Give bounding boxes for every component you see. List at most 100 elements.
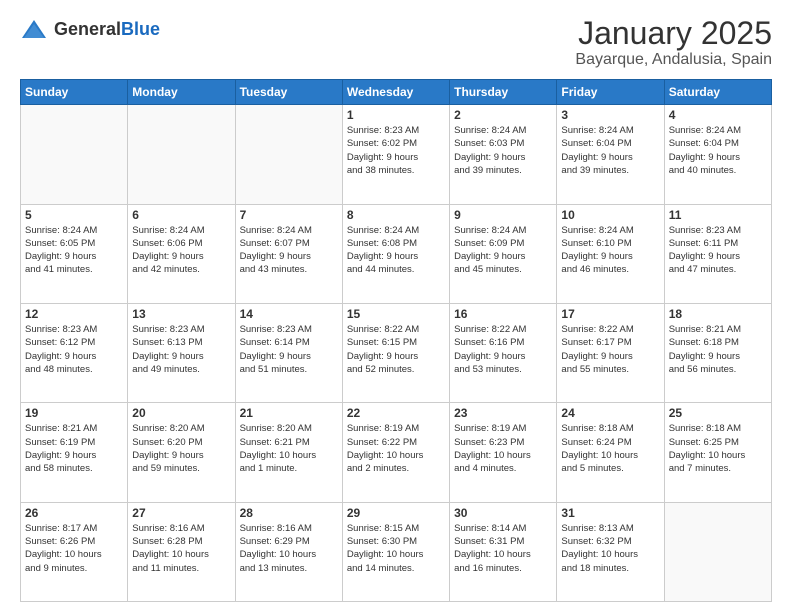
weekday-header: Thursday	[450, 80, 557, 105]
day-info: Sunrise: 8:23 AM Sunset: 6:11 PM Dayligh…	[669, 224, 767, 277]
day-number: 24	[561, 406, 659, 420]
calendar-cell	[235, 105, 342, 204]
day-number: 13	[132, 307, 230, 321]
calendar-cell: 28 Sunrise: 8:16 AM Sunset: 6:29 PM Dayli…	[235, 502, 342, 601]
day-info: Sunrise: 8:24 AM Sunset: 6:08 PM Dayligh…	[347, 224, 445, 277]
calendar-week-row: 19 Sunrise: 8:21 AM Sunset: 6:19 PM Dayli…	[21, 403, 772, 502]
day-number: 5	[25, 208, 123, 222]
day-info: Sunrise: 8:20 AM Sunset: 6:20 PM Dayligh…	[132, 422, 230, 475]
calendar-cell: 13 Sunrise: 8:23 AM Sunset: 6:13 PM Dayli…	[128, 303, 235, 402]
calendar-cell: 15Sunrise: 8:22 AM Sunset: 6:15 PM Dayli…	[342, 303, 449, 402]
calendar-cell: 7 Sunrise: 8:24 AM Sunset: 6:07 PM Daylig…	[235, 204, 342, 303]
calendar-cell: 11Sunrise: 8:23 AM Sunset: 6:11 PM Dayli…	[664, 204, 771, 303]
calendar-cell: 26 Sunrise: 8:17 AM Sunset: 6:26 PM Dayli…	[21, 502, 128, 601]
calendar-cell: 5 Sunrise: 8:24 AM Sunset: 6:05 PM Daylig…	[21, 204, 128, 303]
day-info: Sunrise: 8:14 AM Sunset: 6:31 PM Dayligh…	[454, 522, 552, 575]
day-info: Sunrise: 8:24 AM Sunset: 6:05 PM Dayligh…	[25, 224, 123, 277]
calendar-cell: 17Sunrise: 8:22 AM Sunset: 6:17 PM Dayli…	[557, 303, 664, 402]
day-info: Sunrise: 8:24 AM Sunset: 6:03 PM Dayligh…	[454, 124, 552, 177]
day-info: Sunrise: 8:24 AM Sunset: 6:09 PM Dayligh…	[454, 224, 552, 277]
weekday-header: Sunday	[21, 80, 128, 105]
weekday-header: Tuesday	[235, 80, 342, 105]
day-info: Sunrise: 8:24 AM Sunset: 6:10 PM Dayligh…	[561, 224, 659, 277]
day-number: 31	[561, 506, 659, 520]
calendar-week-row: 1Sunrise: 8:23 AM Sunset: 6:02 PM Daylig…	[21, 105, 772, 204]
day-number: 3	[561, 108, 659, 122]
calendar-cell: 1Sunrise: 8:23 AM Sunset: 6:02 PM Daylig…	[342, 105, 449, 204]
day-info: Sunrise: 8:18 AM Sunset: 6:24 PM Dayligh…	[561, 422, 659, 475]
title-block: January 2025 Bayarque, Andalusia, Spain	[575, 16, 772, 69]
calendar-cell	[128, 105, 235, 204]
day-info: Sunrise: 8:24 AM Sunset: 6:07 PM Dayligh…	[240, 224, 338, 277]
day-info: Sunrise: 8:19 AM Sunset: 6:23 PM Dayligh…	[454, 422, 552, 475]
day-info: Sunrise: 8:16 AM Sunset: 6:28 PM Dayligh…	[132, 522, 230, 575]
calendar-cell: 29Sunrise: 8:15 AM Sunset: 6:30 PM Dayli…	[342, 502, 449, 601]
calendar-cell: 25Sunrise: 8:18 AM Sunset: 6:25 PM Dayli…	[664, 403, 771, 502]
calendar-cell: 21 Sunrise: 8:20 AM Sunset: 6:21 PM Dayli…	[235, 403, 342, 502]
day-info: Sunrise: 8:23 AM Sunset: 6:14 PM Dayligh…	[240, 323, 338, 376]
calendar-header: SundayMondayTuesdayWednesdayThursdayFrid…	[21, 80, 772, 105]
day-info: Sunrise: 8:24 AM Sunset: 6:06 PM Dayligh…	[132, 224, 230, 277]
calendar-subtitle: Bayarque, Andalusia, Spain	[575, 51, 772, 69]
calendar-cell: 4 Sunrise: 8:24 AM Sunset: 6:04 PM Daylig…	[664, 105, 771, 204]
day-number: 1	[347, 108, 445, 122]
logo-text: GeneralBlue	[54, 20, 160, 40]
day-info: Sunrise: 8:16 AM Sunset: 6:29 PM Dayligh…	[240, 522, 338, 575]
day-number: 26	[25, 506, 123, 520]
weekday-header: Saturday	[664, 80, 771, 105]
day-number: 14	[240, 307, 338, 321]
day-info: Sunrise: 8:15 AM Sunset: 6:30 PM Dayligh…	[347, 522, 445, 575]
calendar-cell: 31Sunrise: 8:13 AM Sunset: 6:32 PM Dayli…	[557, 502, 664, 601]
day-number: 4	[669, 108, 767, 122]
day-number: 23	[454, 406, 552, 420]
day-number: 6	[132, 208, 230, 222]
calendar-cell: 12 Sunrise: 8:23 AM Sunset: 6:12 PM Dayli…	[21, 303, 128, 402]
calendar-cell: 14 Sunrise: 8:23 AM Sunset: 6:14 PM Dayli…	[235, 303, 342, 402]
day-number: 10	[561, 208, 659, 222]
calendar-week-row: 26 Sunrise: 8:17 AM Sunset: 6:26 PM Dayli…	[21, 502, 772, 601]
day-number: 12	[25, 307, 123, 321]
logo: GeneralBlue	[20, 16, 160, 44]
day-info: Sunrise: 8:21 AM Sunset: 6:19 PM Dayligh…	[25, 422, 123, 475]
calendar-cell: 22Sunrise: 8:19 AM Sunset: 6:22 PM Dayli…	[342, 403, 449, 502]
calendar-cell: 6 Sunrise: 8:24 AM Sunset: 6:06 PM Daylig…	[128, 204, 235, 303]
weekday-row: SundayMondayTuesdayWednesdayThursdayFrid…	[21, 80, 772, 105]
calendar-week-row: 5 Sunrise: 8:24 AM Sunset: 6:05 PM Daylig…	[21, 204, 772, 303]
calendar-week-row: 12 Sunrise: 8:23 AM Sunset: 6:12 PM Dayli…	[21, 303, 772, 402]
logo-icon	[20, 16, 48, 44]
day-info: Sunrise: 8:22 AM Sunset: 6:17 PM Dayligh…	[561, 323, 659, 376]
day-info: Sunrise: 8:17 AM Sunset: 6:26 PM Dayligh…	[25, 522, 123, 575]
calendar-cell: 19 Sunrise: 8:21 AM Sunset: 6:19 PM Dayli…	[21, 403, 128, 502]
day-number: 2	[454, 108, 552, 122]
day-info: Sunrise: 8:23 AM Sunset: 6:13 PM Dayligh…	[132, 323, 230, 376]
day-info: Sunrise: 8:23 AM Sunset: 6:12 PM Dayligh…	[25, 323, 123, 376]
weekday-header: Wednesday	[342, 80, 449, 105]
weekday-header: Monday	[128, 80, 235, 105]
day-info: Sunrise: 8:24 AM Sunset: 6:04 PM Dayligh…	[561, 124, 659, 177]
day-number: 28	[240, 506, 338, 520]
day-info: Sunrise: 8:22 AM Sunset: 6:15 PM Dayligh…	[347, 323, 445, 376]
day-info: Sunrise: 8:24 AM Sunset: 6:04 PM Dayligh…	[669, 124, 767, 177]
day-number: 7	[240, 208, 338, 222]
header: GeneralBlue January 2025 Bayarque, Andal…	[20, 16, 772, 69]
calendar-cell: 23 Sunrise: 8:19 AM Sunset: 6:23 PM Dayli…	[450, 403, 557, 502]
page: GeneralBlue January 2025 Bayarque, Andal…	[0, 0, 792, 612]
calendar-cell: 16Sunrise: 8:22 AM Sunset: 6:16 PM Dayli…	[450, 303, 557, 402]
calendar-title: January 2025	[575, 16, 772, 51]
calendar-cell: 24 Sunrise: 8:18 AM Sunset: 6:24 PM Dayli…	[557, 403, 664, 502]
day-number: 21	[240, 406, 338, 420]
day-number: 19	[25, 406, 123, 420]
calendar-table: SundayMondayTuesdayWednesdayThursdayFrid…	[20, 79, 772, 602]
day-info: Sunrise: 8:20 AM Sunset: 6:21 PM Dayligh…	[240, 422, 338, 475]
day-number: 9	[454, 208, 552, 222]
day-number: 18	[669, 307, 767, 321]
logo-general: General	[54, 19, 121, 39]
day-number: 27	[132, 506, 230, 520]
calendar-cell: 8Sunrise: 8:24 AM Sunset: 6:08 PM Daylig…	[342, 204, 449, 303]
calendar-cell: 9 Sunrise: 8:24 AM Sunset: 6:09 PM Daylig…	[450, 204, 557, 303]
calendar-cell	[664, 502, 771, 601]
calendar-cell: 2 Sunrise: 8:24 AM Sunset: 6:03 PM Daylig…	[450, 105, 557, 204]
day-number: 16	[454, 307, 552, 321]
day-number: 30	[454, 506, 552, 520]
calendar-cell: 30 Sunrise: 8:14 AM Sunset: 6:31 PM Dayli…	[450, 502, 557, 601]
